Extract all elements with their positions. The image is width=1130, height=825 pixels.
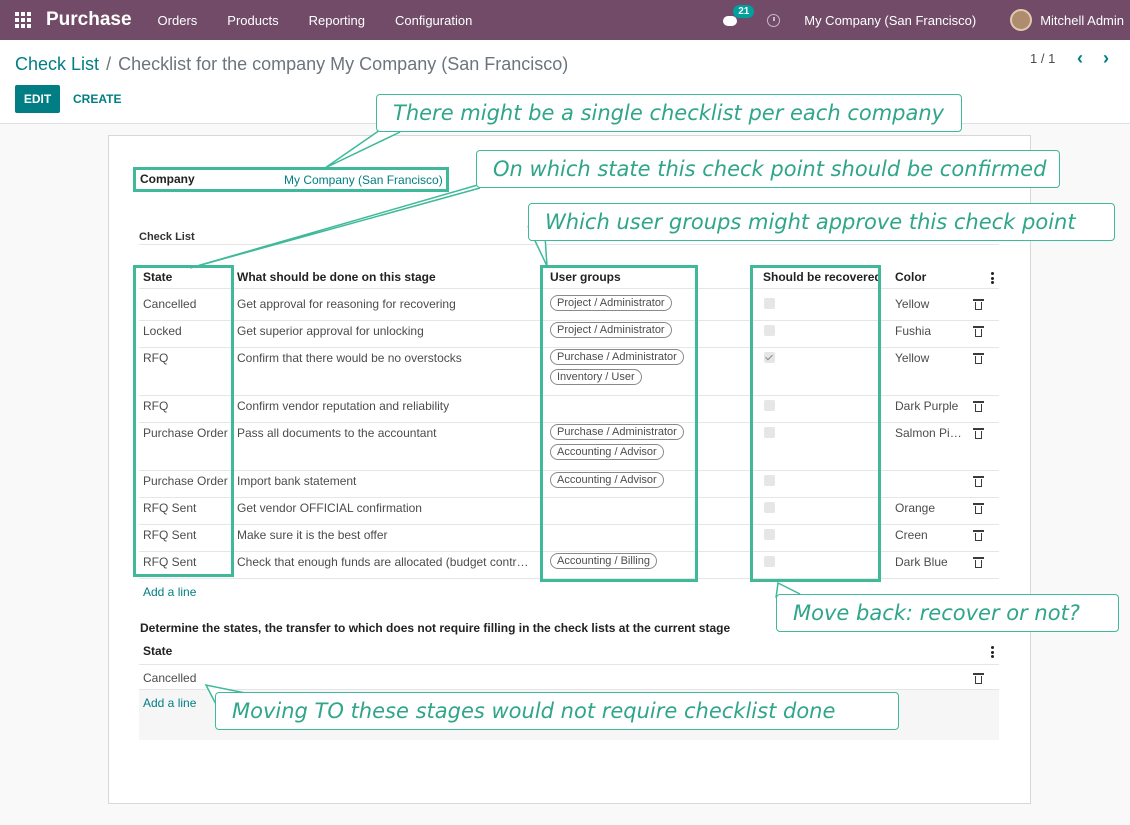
company-highlight: [133, 167, 449, 192]
state-callout-tail: [189, 179, 496, 269]
state-annotation: On which state this check point should b…: [476, 150, 1060, 188]
recover-annotation: Move back: recover or not?: [776, 594, 1119, 632]
groups-annotation: Which user groups might approve this che…: [528, 203, 1115, 241]
company-annotation: There might be a single checklist per ea…: [376, 94, 962, 132]
recovered-column-highlight: [750, 265, 881, 582]
lower-annotation: Moving TO these stages would not require…: [215, 692, 899, 730]
state-column-highlight: [133, 265, 234, 577]
user-groups-highlight: [540, 265, 698, 582]
company-callout-tail: [324, 129, 401, 169]
